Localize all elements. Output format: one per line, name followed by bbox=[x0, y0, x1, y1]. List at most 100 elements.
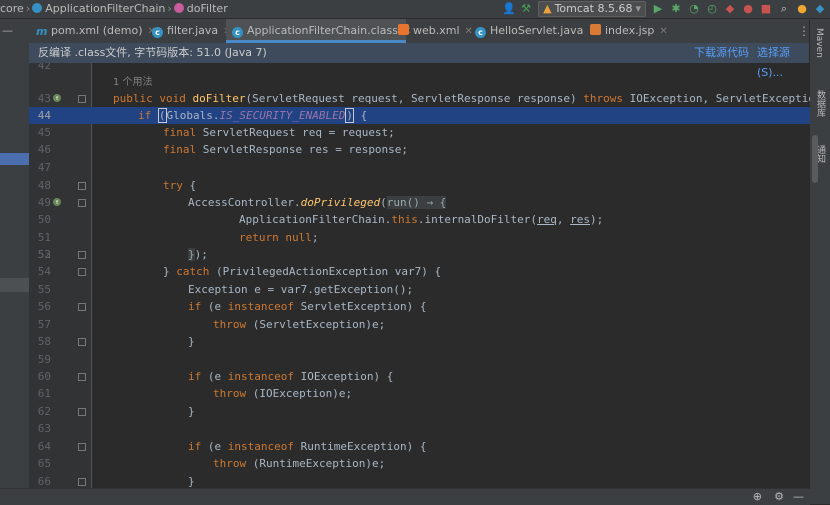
tab-helloservlet-java[interactable]: cHelloServlet.java✕ bbox=[475, 19, 597, 43]
decompiled-notice-text: 反编译 .class文件, 字节码版本: 51.0 (Java 7) bbox=[38, 46, 267, 59]
project-tree-row[interactable] bbox=[0, 278, 29, 292]
debug-icon[interactable]: ✱ bbox=[670, 3, 682, 15]
tab-label: index.jsp bbox=[605, 24, 655, 37]
code-line: 45 final ServletRequest req = request; bbox=[29, 124, 810, 141]
tab-filter-java[interactable]: cfilter.java✕ bbox=[152, 19, 232, 43]
method-name: doPrivileged bbox=[300, 196, 381, 209]
updates-icon[interactable]: ● bbox=[796, 3, 808, 15]
maven-file-icon: m bbox=[36, 25, 48, 38]
code-text: AccessController. bbox=[188, 196, 301, 209]
minimize-icon[interactable]: — bbox=[793, 489, 804, 505]
tomcat-icon: ▲ bbox=[543, 2, 552, 15]
fold-icon[interactable] bbox=[78, 251, 86, 259]
line-number: 64 bbox=[37, 440, 51, 453]
fold-icon[interactable] bbox=[78, 443, 86, 451]
line-number: 62 bbox=[37, 405, 51, 418]
run-configuration-select[interactable]: ▲ Tomcat 8.5.68 ▾ bbox=[538, 1, 646, 17]
code-text: Exception e = var7.getException(); bbox=[188, 283, 414, 296]
fold-icon[interactable] bbox=[78, 303, 86, 311]
project-tree-selected-row[interactable] bbox=[0, 153, 29, 165]
override-marker-icon[interactable]: ↑ bbox=[53, 198, 61, 206]
keyword: throw bbox=[213, 387, 247, 400]
line-number: 44 bbox=[37, 109, 51, 122]
update-app-icon[interactable]: ● bbox=[742, 3, 754, 15]
fold-icon[interactable] bbox=[78, 408, 86, 416]
download-sources-link[interactable]: 下载源代码 bbox=[694, 43, 749, 63]
attach-debugger-icon[interactable]: ◆ bbox=[724, 3, 736, 15]
git-icon[interactable]: ⊕ bbox=[753, 489, 762, 505]
code-line: 63 bbox=[29, 420, 810, 437]
code-editor[interactable]: 42 1 个用法 43 ↑ public void doFilter(Servlet… bbox=[29, 63, 810, 504]
code-line: 42 bbox=[29, 63, 810, 74]
code-text: (RuntimeException)e; bbox=[246, 457, 386, 470]
tab-web-xml[interactable]: web.xml ✕ bbox=[398, 19, 473, 43]
run-icon[interactable]: ▶ bbox=[652, 3, 664, 15]
method-name: doFilter bbox=[192, 92, 246, 105]
breakpoint-slot[interactable] bbox=[78, 111, 87, 120]
vertical-scrollbar[interactable] bbox=[812, 135, 818, 183]
dash-icon[interactable]: — bbox=[2, 19, 13, 43]
keyword: return null bbox=[239, 231, 312, 244]
gear-icon[interactable]: ⚙ bbox=[774, 489, 784, 505]
plugin-icon[interactable]: ◆ bbox=[814, 3, 826, 15]
code-line: 60 if (e instanceof IOException) { bbox=[29, 368, 810, 385]
line-number: 42 bbox=[37, 63, 51, 72]
folded-lambda[interactable]: run() → { bbox=[386, 196, 447, 209]
folded-lambda-end[interactable]: } bbox=[188, 248, 195, 261]
fold-icon[interactable] bbox=[78, 478, 86, 486]
breadcrumb-item-method[interactable]: doFilter bbox=[187, 2, 228, 15]
code-text: (ServletException)e; bbox=[246, 318, 386, 331]
keyword: catch bbox=[176, 265, 210, 278]
code-line-current: 44 if (Globals.IS_SECURITY_ENABLED) { bbox=[29, 107, 810, 124]
decompiled-notice-banner: 反编译 .class文件, 字节码版本: 51.0 (Java 7) 下载源代码… bbox=[29, 43, 810, 79]
breadcrumb-item-core[interactable]: core bbox=[0, 2, 24, 15]
usage-hint-row: 1 个用法 bbox=[29, 74, 810, 88]
search-icon[interactable]: ⌕ bbox=[778, 3, 790, 15]
tab-label: pom.xml (demo) bbox=[51, 24, 143, 37]
line-number: 57 bbox=[37, 318, 51, 331]
code-line: 48 try { bbox=[29, 177, 810, 194]
code-text: (e bbox=[201, 440, 228, 453]
usage-hint[interactable]: 1 个用法 bbox=[113, 74, 153, 91]
close-icon[interactable]: ✕ bbox=[465, 26, 473, 37]
keyword: instanceof bbox=[227, 440, 294, 453]
profile-icon[interactable]: ◴ bbox=[706, 3, 718, 15]
code-line: 61 throw (IOException)e; bbox=[29, 385, 810, 402]
database-tool-button[interactable]: 数据库 bbox=[814, 90, 827, 117]
fold-icon[interactable] bbox=[78, 338, 86, 346]
keyword: if bbox=[188, 370, 202, 383]
project-panel-edge bbox=[0, 43, 29, 504]
coverage-icon[interactable]: ◔ bbox=[688, 3, 700, 15]
toolbar: 👤 ⚒ ▲ Tomcat 8.5.68 ▾ ▶ ✱ ◔ ◴ ◆ ● ■ ⌕ ● … bbox=[502, 0, 830, 18]
fold-icon[interactable] bbox=[78, 182, 86, 190]
keyword: if bbox=[188, 440, 202, 453]
tab-pom-xml[interactable]: mpom.xml (demo)✕ bbox=[36, 19, 156, 43]
code-text: ( bbox=[157, 108, 167, 123]
user-icon[interactable]: 👤 bbox=[502, 3, 516, 15]
jsp-file-icon bbox=[590, 24, 601, 35]
line-number: 60 bbox=[37, 370, 51, 383]
code-text: } bbox=[188, 475, 195, 488]
line-number: 46 bbox=[37, 143, 51, 156]
breadcrumb-item-class[interactable]: ApplicationFilterChain bbox=[45, 2, 165, 15]
code-line: 54} catch (PrivilegedActionException var… bbox=[29, 263, 810, 280]
line-number: 54 bbox=[37, 265, 51, 278]
override-marker-icon[interactable]: ↑ bbox=[53, 94, 61, 102]
fold-icon[interactable] bbox=[78, 95, 86, 103]
build-hammer-icon[interactable]: ⚒ bbox=[520, 3, 532, 15]
fold-icon[interactable] bbox=[78, 268, 86, 276]
maven-tool-button[interactable]: Maven bbox=[814, 28, 824, 58]
keyword: throw bbox=[213, 318, 247, 331]
stop-icon[interactable]: ■ bbox=[760, 3, 772, 15]
close-icon[interactable]: ✕ bbox=[659, 26, 667, 37]
java-class-icon: c bbox=[152, 27, 163, 38]
code-text: { bbox=[353, 109, 368, 122]
fold-icon[interactable] bbox=[78, 373, 86, 381]
tab-index-jsp[interactable]: index.jsp ✕ bbox=[590, 19, 668, 43]
line-number: 50 bbox=[37, 213, 51, 226]
tab-applicationfilterchain-class[interactable]: cApplicationFilterChain.class✕ bbox=[226, 19, 411, 43]
code-line: 53}); bbox=[29, 246, 810, 263]
java-class-icon: c bbox=[232, 27, 243, 38]
fold-icon[interactable] bbox=[78, 199, 86, 207]
code-text: ) bbox=[345, 108, 354, 123]
